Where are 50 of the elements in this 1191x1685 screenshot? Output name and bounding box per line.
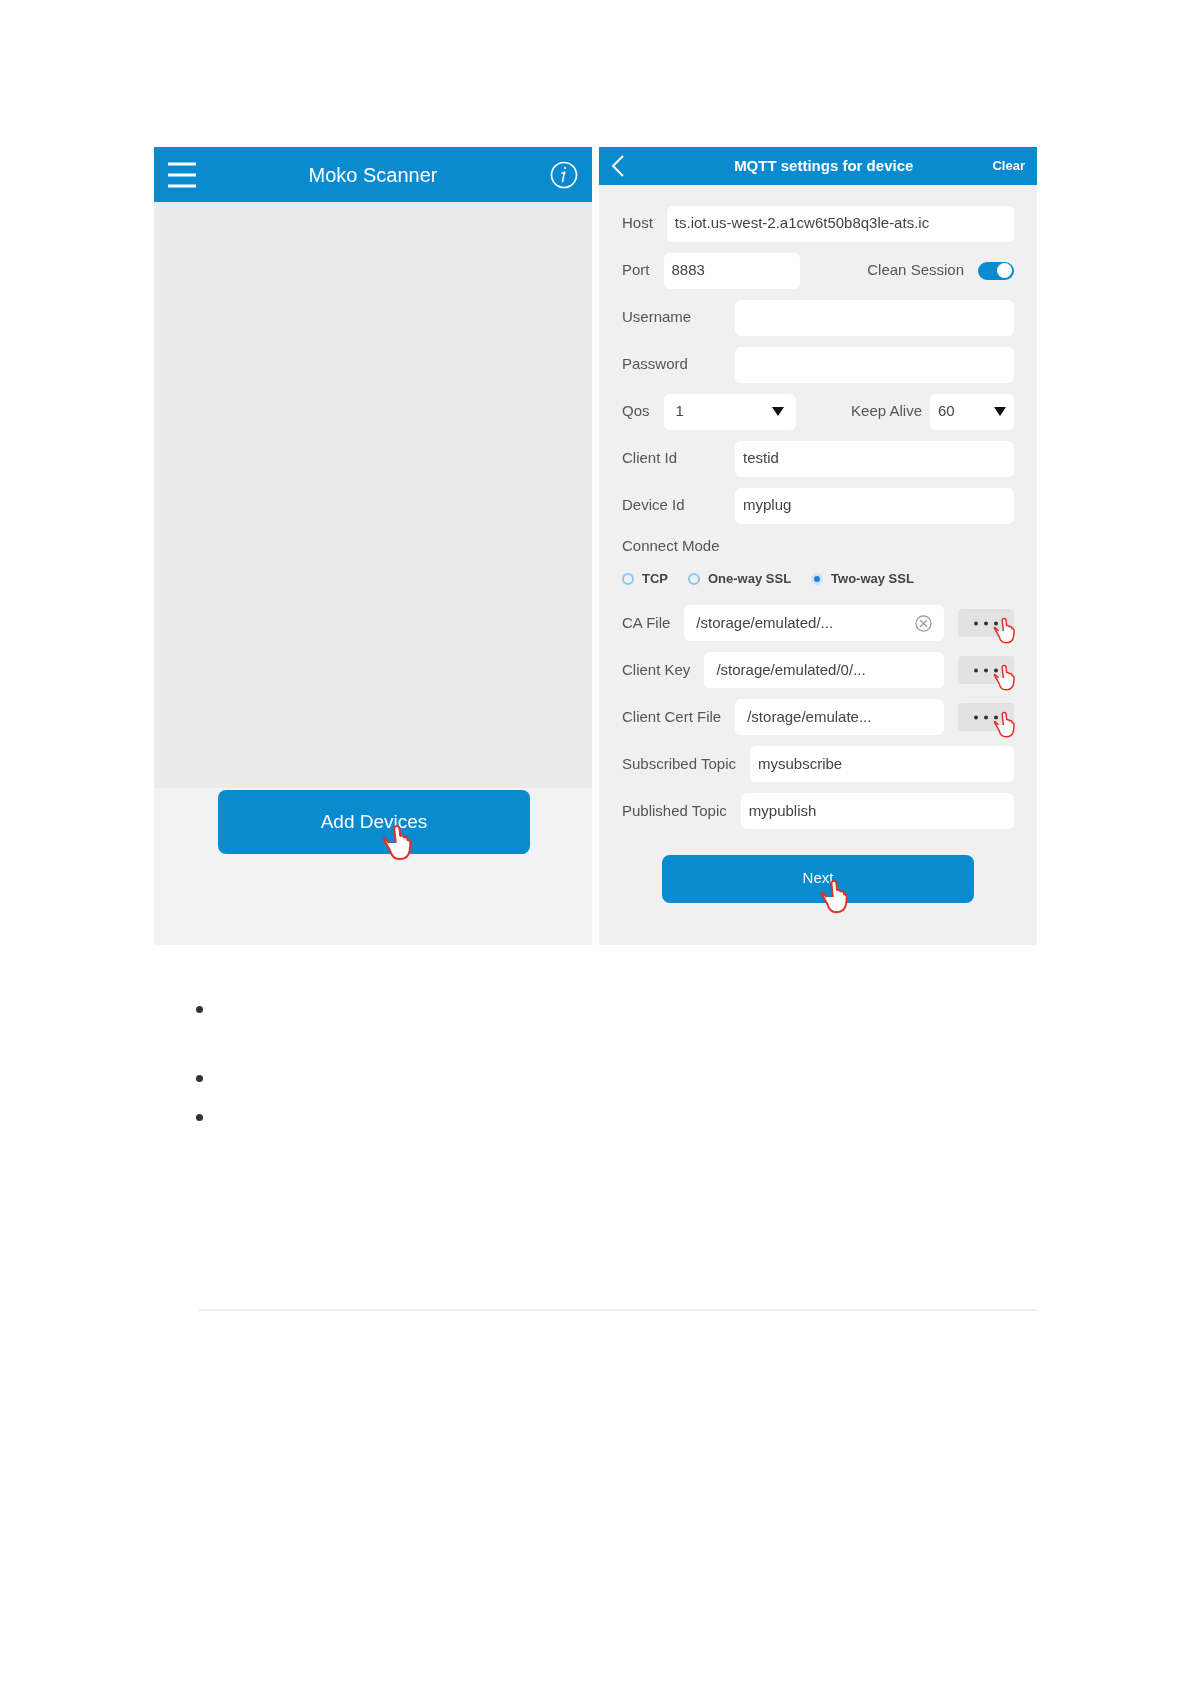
app-title: Moko Scanner — [307, 162, 439, 188]
field-label: Qos — [622, 401, 650, 422]
text-field[interactable]: mypublish — [740, 793, 1014, 829]
bullet-icon — [196, 1075, 203, 1082]
field-label: Keep Alive — [851, 401, 922, 422]
field-label: Device Id — [622, 495, 686, 516]
radio-option[interactable]: One-way SSL — [688, 568, 792, 589]
pointing-hand-icon — [992, 711, 1018, 739]
bullet-icon — [196, 1114, 203, 1121]
dropdown-caret-icon — [994, 407, 1006, 416]
text-field[interactable]: 8883 — [663, 252, 800, 289]
file-path-field[interactable]: /storage/emulate... — [735, 699, 944, 735]
radio-option[interactable]: Two-way SSL — [811, 568, 914, 589]
more-icon — [973, 714, 999, 720]
field-label: Connect Mode — [622, 536, 721, 556]
clear-link[interactable]: Clear — [992, 156, 1025, 176]
field-label: Published Topic — [622, 800, 727, 821]
field-label: Password — [622, 354, 689, 375]
file-path-field[interactable]: /storage/emulated/0/... — [704, 652, 944, 688]
pointing-hand-icon — [992, 617, 1018, 645]
dropdown-caret-icon — [771, 407, 784, 416]
field-label: Host — [622, 213, 653, 234]
toggle-switch[interactable] — [978, 261, 1014, 280]
field-label: CA File — [622, 612, 671, 633]
field-label: Client Cert File — [622, 706, 722, 727]
screen-title: MQTT settings for device — [733, 155, 915, 176]
text-field[interactable]: mysubscribe — [749, 746, 1014, 782]
field-label: Subscribed Topic — [622, 753, 736, 774]
back-icon[interactable] — [611, 155, 625, 177]
field-label: Client Key — [622, 659, 691, 680]
clear-icon[interactable] — [915, 614, 932, 632]
field-label: Clean Session — [867, 260, 964, 281]
more-icon — [973, 620, 999, 626]
add-devices-button[interactable]: Add Devices — [218, 790, 530, 854]
text-field[interactable]: testid — [735, 440, 1014, 477]
field-label: Port — [622, 260, 650, 281]
more-icon — [973, 667, 999, 673]
field-label: Client Id — [622, 448, 679, 469]
text-field[interactable]: ts.iot.us-west-2.a1cw6t50b8q3le-ats.ic — [666, 205, 1014, 242]
file-path-field[interactable]: /storage/emulated/... — [684, 605, 944, 641]
field-label: Username — [622, 307, 693, 328]
dropdown[interactable]: 60 — [930, 393, 1014, 430]
dropdown[interactable]: 1 — [663, 393, 796, 430]
pointing-hand-icon — [992, 664, 1018, 692]
text-field[interactable]: myplug — [735, 487, 1014, 524]
radio-option[interactable]: TCP — [622, 568, 668, 589]
info-icon[interactable] — [550, 160, 578, 189]
bullet-icon — [196, 1006, 203, 1013]
next-button[interactable]: Next — [662, 854, 974, 903]
menu-icon[interactable] — [168, 160, 196, 189]
